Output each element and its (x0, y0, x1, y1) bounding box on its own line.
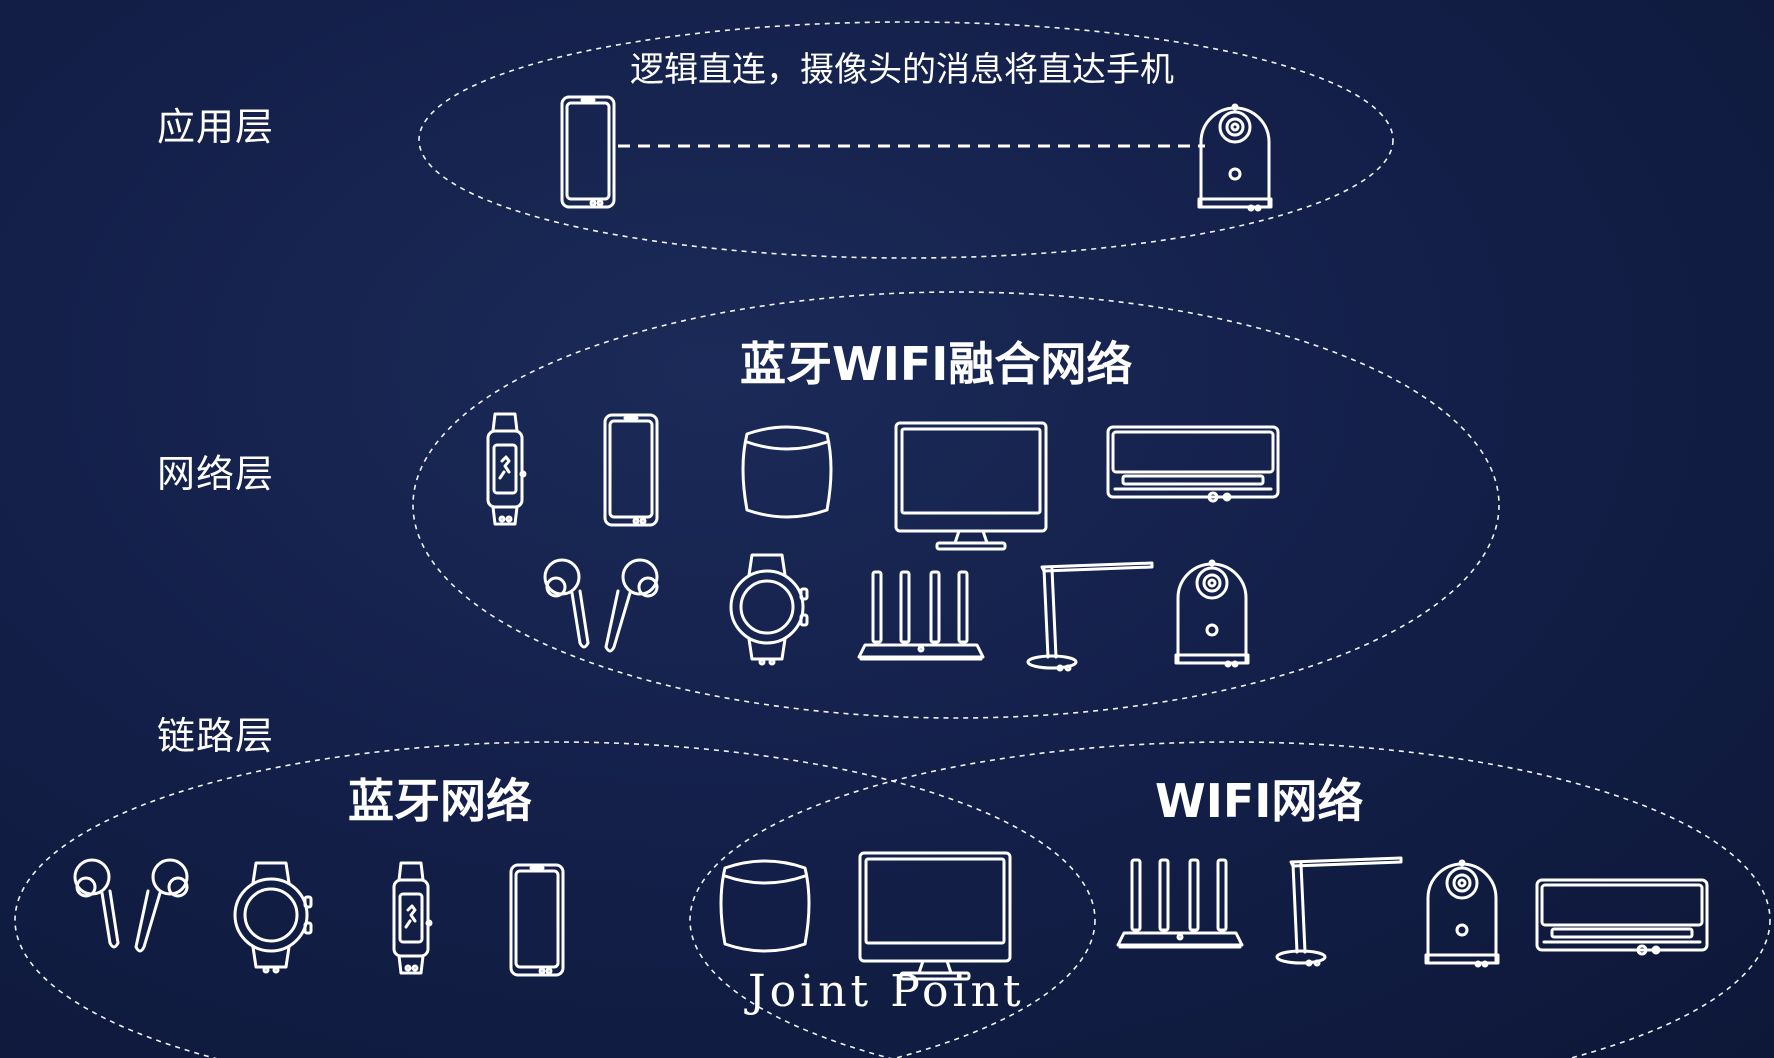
wifi-network-boundary (689, 741, 1771, 1058)
router-icon (1116, 858, 1244, 949)
router-icon (857, 570, 985, 661)
smartwatch-icon (233, 861, 313, 974)
smart-speaker-icon (719, 859, 811, 953)
phone-icon (560, 95, 616, 209)
air-conditioner-icon (1106, 425, 1280, 503)
fitness-band-icon (486, 412, 527, 526)
network-diagram (14, 21, 1771, 1058)
bluetooth-network-boundary (14, 741, 1096, 1058)
desk-lamp-icon (1275, 856, 1403, 967)
earbuds-icon (543, 558, 659, 653)
application-layer-boundary (418, 21, 1394, 259)
smartwatch-icon (729, 553, 809, 666)
camera-icon (1424, 859, 1500, 968)
fused-network-boundary (412, 291, 1500, 719)
monitor-icon (858, 851, 1012, 981)
air-conditioner-icon (1535, 878, 1709, 956)
smart-speaker-icon (741, 425, 833, 519)
camera-icon (1174, 559, 1250, 668)
camera-icon (1197, 103, 1273, 212)
monitor-icon (894, 421, 1048, 551)
fitness-band-icon (392, 861, 433, 975)
earbuds-icon (73, 858, 189, 953)
desk-lamp-icon (1026, 561, 1154, 672)
phone-icon (509, 863, 565, 977)
phone-icon (603, 413, 659, 527)
